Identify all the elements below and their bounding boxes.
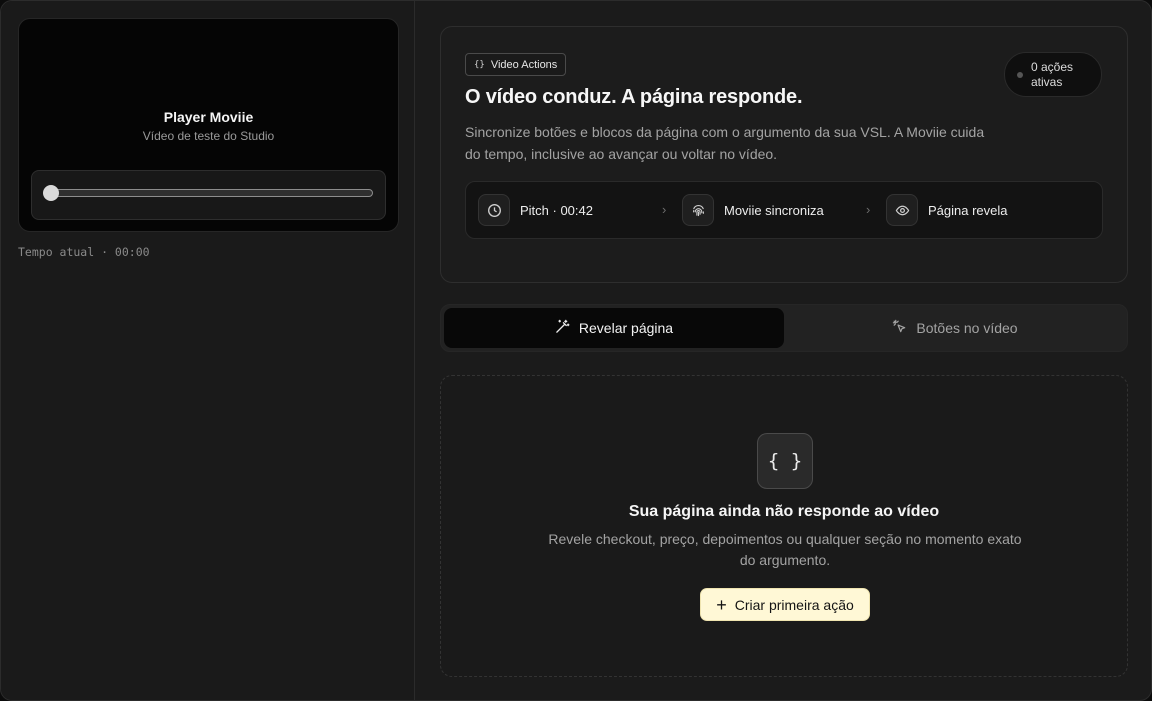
tab-video-buttons[interactable]: Botões no vídeo <box>785 308 1125 348</box>
create-first-action-button[interactable]: + Criar primeira ação <box>700 588 870 621</box>
code-braces-icon: {} <box>474 59 485 70</box>
tab-reveal-page[interactable]: Revelar página <box>444 308 784 348</box>
flow-step-reveal: Página revela <box>886 194 1008 226</box>
flow-step-label: Moviie sincroniza <box>724 202 824 218</box>
chevron-right-icon: › <box>866 202 871 217</box>
magic-wand-icon <box>555 319 570 337</box>
player-subtitle: Vídeo de teste do Studio <box>142 129 275 143</box>
video-actions-card: {} Video Actions O vídeo conduz. A págin… <box>440 26 1128 283</box>
empty-state-description: Revele checkout, preço, depoimentos ou q… <box>548 531 1022 568</box>
fingerprint-icon <box>682 194 714 226</box>
button-label: Criar primeira ação <box>734 596 854 613</box>
flow-step-label: Página revela <box>928 202 1008 218</box>
video-player[interactable]: Player Moviie Vídeo de teste do Studio <box>18 18 399 232</box>
chevron-right-icon: › <box>662 202 667 217</box>
plus-icon: + <box>716 594 727 615</box>
empty-state-title: Sua página ainda não responde ao vídeo <box>628 503 940 520</box>
flow-step-label: Pitch · 00:42 <box>520 202 593 218</box>
player-title: Player Moviie <box>163 109 254 125</box>
seek-bar-thumb[interactable] <box>43 185 59 201</box>
tab-label: Revelar página <box>578 320 674 336</box>
flow-steps: Pitch · 00:42 › Moviie sincroniza › Pági… <box>465 181 1103 239</box>
active-actions-status: 0 ações ativas <box>1004 52 1102 97</box>
video-actions-badge: {} Video Actions <box>465 53 567 76</box>
badge-label: Video Actions <box>490 58 558 71</box>
clock-icon <box>478 194 510 226</box>
card-title: O vídeo conduz. A página responde. <box>465 86 803 108</box>
seek-bar-container <box>31 170 386 220</box>
code-braces-icon: { } <box>757 433 813 489</box>
status-text: 0 ações ativas <box>1031 59 1074 89</box>
card-description: Sincronize botões e blocos da página com… <box>465 124 985 162</box>
app-window: Player Moviie Vídeo de teste do Studio T… <box>0 0 1152 701</box>
empty-state: { } Sua página ainda não responde ao víd… <box>440 375 1128 677</box>
flow-step-sync: Moviie sincroniza <box>682 194 824 226</box>
tab-label: Botões no vídeo <box>916 320 1018 336</box>
current-time-label: Tempo atual · 00:00 <box>18 245 150 259</box>
eye-icon <box>886 194 918 226</box>
mode-tabs: Revelar página Botões no vídeo <box>440 304 1128 352</box>
flow-step-pitch: Pitch · 00:42 <box>478 194 593 226</box>
pointer-click-icon <box>892 319 907 337</box>
seek-bar-track[interactable] <box>46 189 373 197</box>
left-panel: Player Moviie Vídeo de teste do Studio T… <box>1 1 415 700</box>
status-dot <box>1017 71 1023 78</box>
